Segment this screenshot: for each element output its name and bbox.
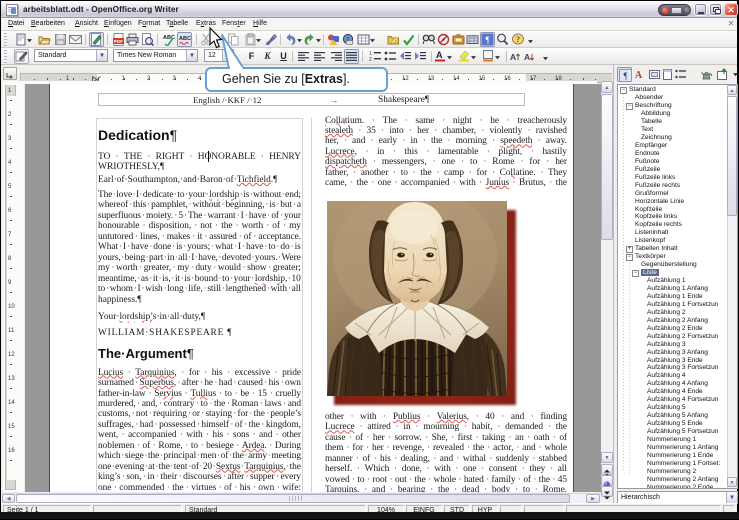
- svg-text:A: A: [634, 70, 642, 81]
- svg-text:A: A: [510, 52, 516, 62]
- svg-text:¶: ¶: [485, 35, 489, 45]
- svg-text:¶: ¶: [623, 71, 627, 81]
- svg-text:ABC: ABC: [163, 35, 175, 41]
- svg-text:A: A: [436, 50, 443, 60]
- svg-text:A: A: [524, 52, 530, 62]
- svg-text:?: ?: [516, 35, 520, 44]
- svg-text:ABC: ABC: [179, 36, 191, 42]
- svg-text:PDF: PDF: [114, 39, 123, 44]
